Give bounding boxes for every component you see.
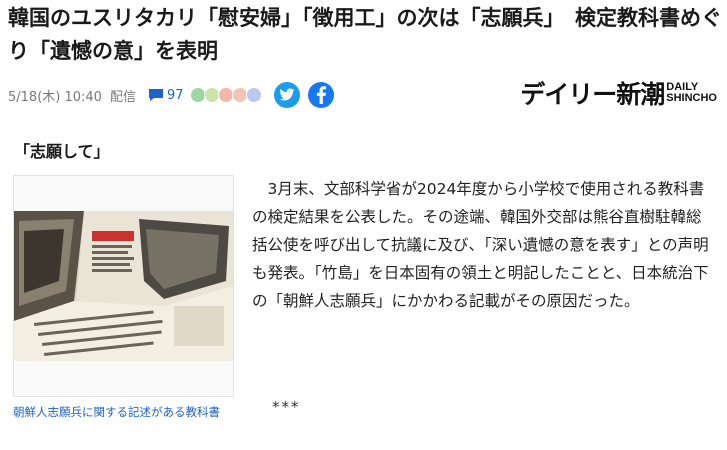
- reaction-faces-icon[interactable]: [189, 87, 262, 103]
- comment-bubble-icon: [148, 89, 163, 101]
- publish-date: 5/18(木) 10:40: [8, 89, 102, 105]
- section-separator: ***: [272, 398, 301, 416]
- article-body: 3月末、文部科学省が2024年度から小学校で使用される教科書の検定結果を公表した…: [252, 175, 714, 315]
- publisher-logo[interactable]: デイリー新潮 DAILY SHINCHO: [520, 76, 717, 110]
- facebook-icon: [316, 86, 326, 104]
- comment-count: 97: [166, 87, 184, 103]
- article-image[interactable]: [13, 175, 234, 397]
- article-title: 韓国のユスリタカリ「慰安婦」「徴用工」の次は「志願兵」 検定教科書めぐり「遺憾の…: [8, 6, 722, 63]
- facebook-share-button[interactable]: [307, 82, 334, 108]
- twitter-icon: [278, 88, 294, 101]
- publisher-logo-side-bottom: SHINCHO: [666, 92, 717, 104]
- image-caption[interactable]: 朝鮮人志願兵に関する記述がある教科書: [13, 403, 235, 422]
- article-meta: 5/18(木) 10:40 配信 97: [8, 82, 342, 108]
- publisher-logo-main: デイリー新潮: [520, 80, 665, 109]
- reaction-face-icon: [245, 87, 262, 103]
- delivery-label: 配信: [109, 89, 136, 105]
- section-heading: 「志願して」: [14, 142, 110, 161]
- comments-link[interactable]: 97: [148, 88, 184, 103]
- twitter-share-button[interactable]: [273, 82, 300, 108]
- body-paragraph: 3月末、文部科学省が2024年度から小学校で使用される教科書の検定結果を公表した…: [252, 180, 709, 310]
- textbook-photo: [14, 211, 233, 361]
- publisher-logo-side: DAILY SHINCHO: [666, 82, 717, 104]
